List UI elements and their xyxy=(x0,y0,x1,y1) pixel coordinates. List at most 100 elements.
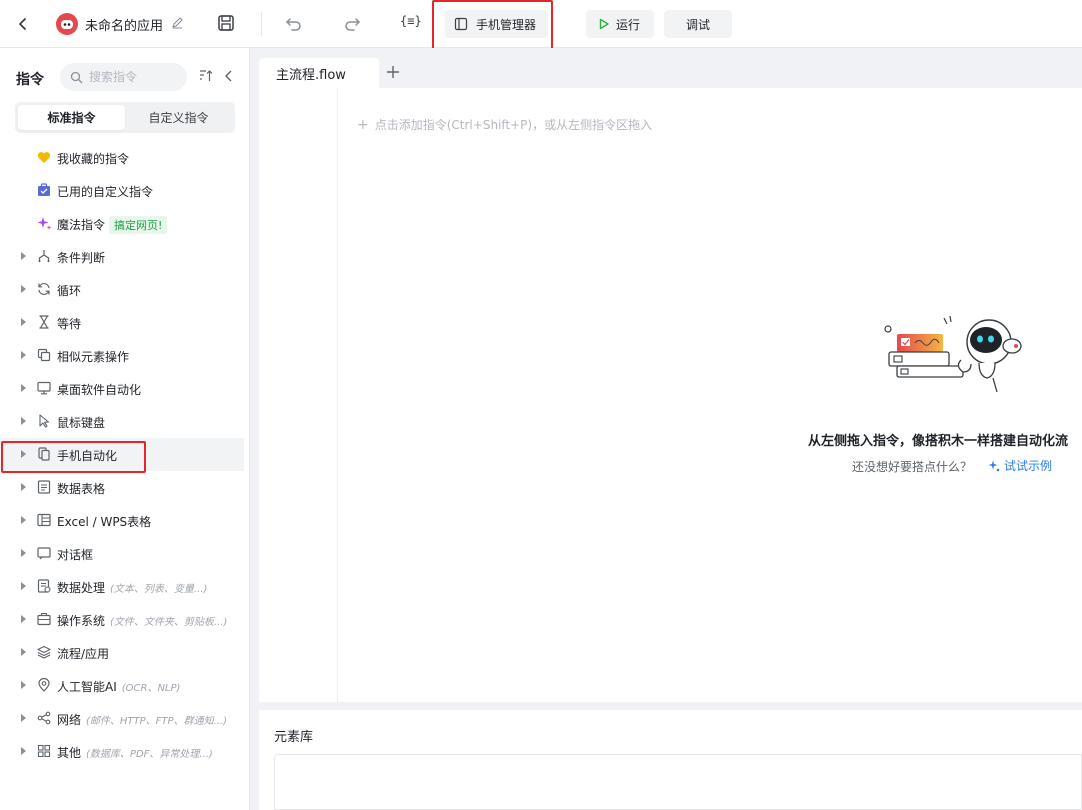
sidebar-item-label: 数据表格 xyxy=(57,482,106,496)
sidebar-item-data-table[interactable]: 数据表格 xyxy=(0,471,244,504)
layers-icon xyxy=(36,644,52,660)
sidebar-item-operating-system[interactable]: 操作系统 (文件、文件夹、剪贴板...) xyxy=(0,603,244,636)
element-library-panel: 元素库 xyxy=(259,710,1082,810)
copy-icon xyxy=(36,347,52,363)
command-search[interactable] xyxy=(60,63,187,91)
sidebar-item-favorites[interactable]: 我收藏的指令 xyxy=(0,141,244,174)
cursor-icon xyxy=(36,413,52,429)
sidebar-item-similar-elements[interactable]: 相似元素操作 xyxy=(0,339,244,372)
top-toolbar: 未命名的应用 {≡} 手机管理器 运行 调试 xyxy=(0,0,1082,48)
hourglass-icon xyxy=(36,314,52,330)
sort-button[interactable] xyxy=(199,69,213,87)
sidebar-item-desktop-automation[interactable]: 桌面软件自动化 xyxy=(0,372,244,405)
share-icon xyxy=(36,710,52,726)
robot-logo-icon xyxy=(61,20,73,29)
add-command-hint-text: 点击添加指令(Ctrl+Shift+P)，或从左侧指令区拖入 xyxy=(374,118,653,132)
sidebar-item-wait[interactable]: 等待 xyxy=(0,306,244,339)
branch-icon xyxy=(36,248,52,264)
sidebar-item-label: 循环 xyxy=(57,284,82,298)
rename-button[interactable] xyxy=(171,16,184,29)
save-button[interactable] xyxy=(217,14,235,32)
expand-caret-icon xyxy=(21,615,26,623)
chevron-left-icon xyxy=(19,18,26,30)
redo-icon xyxy=(345,18,361,31)
tab-custom-commands[interactable]: 自定义指令 xyxy=(125,105,232,130)
empty-state-subtitle: 还没想好要搭点什么？ xyxy=(852,460,973,474)
command-sidebar: 指令 标准指令 自定义指令 我收藏的指令 已用的自定义指令 魔法指令搞定网页! … xyxy=(0,48,250,810)
grid-icon xyxy=(36,743,52,759)
sidebar-item-magic[interactable]: 魔法指令 搞定网页! xyxy=(0,207,244,240)
sidebar-item-label: 桌面软件自动化 xyxy=(57,383,142,397)
sidebar-item-label: 网络 xyxy=(57,713,82,727)
sidebar-item-flow-app[interactable]: 流程/应用 xyxy=(0,636,244,669)
variables-button[interactable]: {≡} xyxy=(400,14,422,28)
sidebar-item-label: 其他 xyxy=(57,746,82,760)
sidebar-item-hint: (数据库、PDF、异常处理...) xyxy=(86,749,213,760)
tab-standard-commands[interactable]: 标准指令 xyxy=(18,105,125,130)
sidebar-item-condition[interactable]: 条件判断 xyxy=(0,240,244,273)
app-title[interactable]: 未命名的应用 xyxy=(85,15,163,34)
monitor-icon xyxy=(36,380,52,396)
sidebar-item-others[interactable]: 其他 (数据库、PDF、异常处理...) xyxy=(0,735,244,768)
phone-manager-button[interactable]: 手机管理器 xyxy=(445,10,548,38)
sidebar-item-data-processing[interactable]: 数据处理 (文本、列表、变量...) xyxy=(0,570,244,603)
sidebar-item-excel-wps[interactable]: Excel / WPS表格 xyxy=(0,504,244,537)
data-icon xyxy=(36,578,52,594)
flow-canvas[interactable]: + 点击添加指令(Ctrl+Shift+P)，或从左侧指令区拖入 从左侧拖入指令，… xyxy=(259,88,1082,702)
sidebar-item-label: 操作系统 xyxy=(57,614,106,628)
sparkle-icon xyxy=(988,460,1000,471)
expand-caret-icon xyxy=(21,747,26,755)
sidebar-item-label: 我收藏的指令 xyxy=(57,152,130,166)
expand-caret-icon xyxy=(21,384,26,392)
play-icon xyxy=(599,18,609,30)
sidebar-item-label: 流程/应用 xyxy=(57,647,110,661)
sparkle-icon xyxy=(36,215,52,231)
phone-manager-label: 手机管理器 xyxy=(476,17,537,32)
sidebar-item-label: 相似元素操作 xyxy=(57,350,130,364)
back-button[interactable] xyxy=(14,14,32,34)
run-button[interactable]: 运行 xyxy=(586,10,654,38)
line-gutter xyxy=(259,88,338,702)
toolbar-divider xyxy=(261,12,262,36)
expand-caret-icon xyxy=(21,318,26,326)
empty-state-illustration xyxy=(884,316,1022,393)
element-library-content[interactable] xyxy=(274,754,1082,810)
undo-icon xyxy=(285,18,301,31)
sidebar-item-ai[interactable]: 人工智能AI (OCR、NLP) xyxy=(0,669,244,702)
add-command-hint[interactable]: + 点击添加指令(Ctrl+Shift+P)，或从左侧指令区拖入 xyxy=(357,116,652,133)
expand-caret-icon xyxy=(21,351,26,359)
expand-caret-icon xyxy=(21,483,26,491)
sidebar-item-label: 数据处理 xyxy=(57,581,106,595)
debug-button[interactable]: 调试 xyxy=(664,10,732,38)
plus-icon: + xyxy=(357,117,369,133)
expand-caret-icon xyxy=(21,516,26,524)
sidebar-item-phone-automation[interactable]: 手机自动化 xyxy=(0,438,244,471)
pencil-icon xyxy=(172,17,183,29)
search-icon xyxy=(70,71,83,83)
tab-main-flow[interactable]: 主流程.flow xyxy=(259,58,379,88)
expand-caret-icon xyxy=(21,648,26,656)
redo-button[interactable] xyxy=(343,14,361,32)
sidebar-item-used-custom[interactable]: 已用的自定义指令 xyxy=(0,174,244,207)
expand-caret-icon xyxy=(21,285,26,293)
sidebar-item-label: 已用的自定义指令 xyxy=(57,185,154,199)
try-example-label: 试试示例 xyxy=(1004,459,1053,473)
sidebar-item-hint: (文件、文件夹、剪贴板...) xyxy=(110,617,228,628)
plus-icon xyxy=(387,66,399,78)
sidebar-item-label: 鼠标键盘 xyxy=(57,416,106,430)
search-input[interactable] xyxy=(89,70,179,84)
sidebar-item-mouse-keyboard[interactable]: 鼠标键盘 xyxy=(0,405,244,438)
try-example-link[interactable]: 试试示例 xyxy=(988,457,1052,474)
undo-button[interactable] xyxy=(285,14,303,32)
sidebar-item-loop[interactable]: 循环 xyxy=(0,273,244,306)
sidebar-item-network[interactable]: 网络 (邮件、HTTP、FTP、群通知...) xyxy=(0,702,244,735)
heart-icon xyxy=(36,149,52,165)
sidebar-item-dialog[interactable]: 对话框 xyxy=(0,537,244,570)
sidebar-item-hint: (OCR、NLP) xyxy=(121,683,181,694)
document-icon xyxy=(36,479,52,495)
phone-copy-icon xyxy=(36,446,52,462)
phone-manager-icon xyxy=(454,17,468,31)
command-tabs: 标准指令 自定义指令 xyxy=(15,102,235,133)
collapse-sidebar-button[interactable] xyxy=(224,69,234,87)
add-tab-button[interactable] xyxy=(386,63,400,84)
